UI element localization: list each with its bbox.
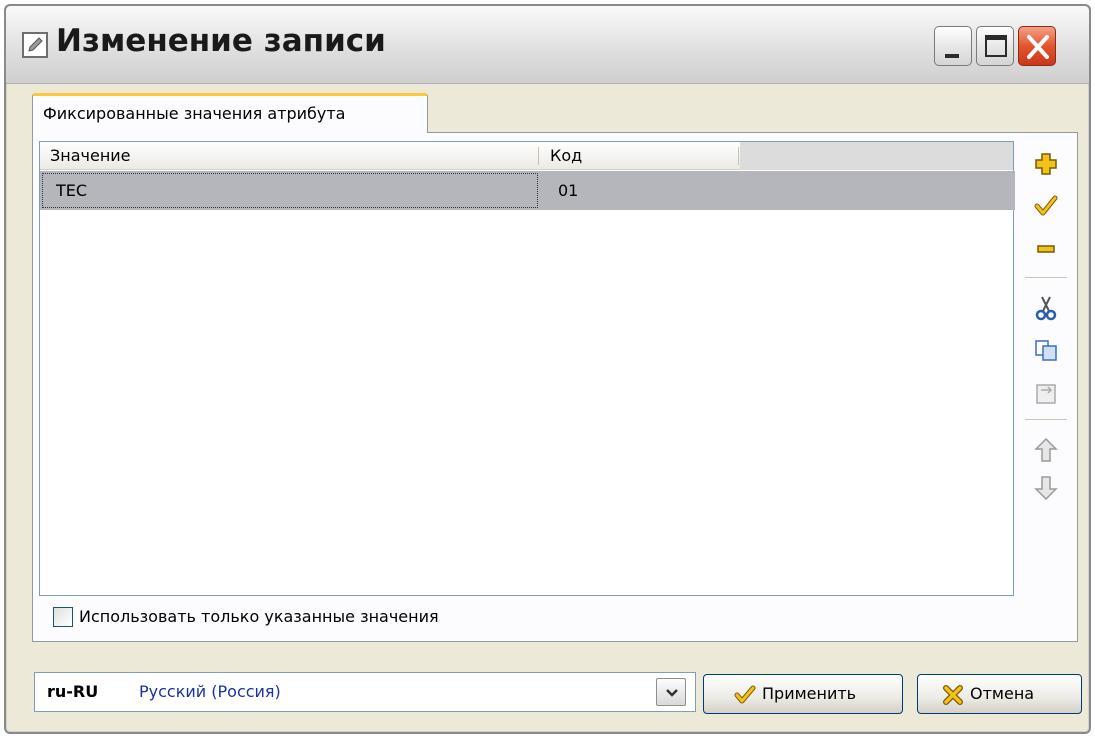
language-dropdown-button[interactable] — [656, 678, 686, 706]
header-filler — [740, 142, 1013, 170]
tab-panel: Значение Код TEC 01 Использовать только … — [32, 132, 1078, 642]
minimize-button[interactable] — [934, 26, 972, 66]
toolbar-separator — [1025, 277, 1067, 278]
toolbar-separator — [1025, 419, 1067, 420]
cancel-button[interactable]: Отмена — [917, 674, 1082, 714]
column-separator[interactable] — [538, 147, 539, 165]
move-down-button[interactable] — [1031, 473, 1061, 503]
copy-icon — [1035, 340, 1057, 361]
language-name: Русский (Россия) — [139, 682, 281, 701]
arrow-down-icon — [1034, 476, 1058, 501]
remove-icon — [1037, 245, 1055, 253]
window-title: Изменение записи — [56, 23, 386, 59]
language-code: ru-RU — [47, 682, 99, 701]
check-icon — [1034, 195, 1058, 216]
side-toolbar — [1019, 141, 1073, 596]
cut-button[interactable] — [1031, 293, 1061, 323]
cell-value[interactable]: TEC — [40, 171, 540, 210]
maximize-icon — [985, 35, 1007, 57]
cancel-icon — [943, 685, 963, 705]
minimize-icon — [945, 54, 959, 58]
remove-button[interactable] — [1031, 233, 1061, 263]
checkbox-box[interactable] — [53, 607, 73, 627]
arrow-up-icon — [1034, 437, 1058, 462]
tab-fixed-values[interactable]: Фиксированные значения атрибута — [32, 93, 428, 133]
add-button[interactable] — [1031, 149, 1061, 179]
paste-button[interactable] — [1031, 377, 1061, 407]
copy-button[interactable] — [1031, 335, 1061, 365]
apply-button[interactable]: Применить — [703, 674, 903, 714]
column-header-code[interactable]: Код — [540, 142, 740, 170]
close-button[interactable] — [1018, 26, 1056, 66]
grid-header: Значение Код — [40, 142, 1013, 170]
dialog-window: Изменение записи Фиксированные значения … — [4, 4, 1091, 734]
check-icon — [734, 685, 756, 704]
cut-icon — [1035, 296, 1057, 321]
cancel-button-label: Отмена — [970, 684, 1035, 703]
values-grid[interactable]: Значение Код TEC 01 — [39, 141, 1015, 596]
edit-record-icon — [22, 32, 48, 58]
title-bar[interactable]: Изменение записи — [6, 6, 1089, 84]
checkbox-label[interactable]: Использовать только указанные значения — [79, 605, 439, 629]
apply-button-label: Применить — [762, 684, 857, 703]
close-icon — [1027, 35, 1049, 59]
column-header-value[interactable]: Значение — [40, 142, 540, 170]
table-row[interactable]: TEC 01 — [40, 171, 1015, 210]
add-icon — [1035, 153, 1057, 175]
column-separator[interactable] — [738, 147, 739, 165]
accept-button[interactable] — [1031, 191, 1061, 221]
cell-code[interactable]: 01 — [540, 171, 740, 210]
chevron-down-icon — [666, 689, 678, 697]
language-select[interactable]: ru-RU Русский (Россия) — [34, 672, 696, 712]
paste-icon — [1036, 384, 1056, 404]
move-up-button[interactable] — [1031, 435, 1061, 465]
maximize-button[interactable] — [976, 26, 1014, 66]
